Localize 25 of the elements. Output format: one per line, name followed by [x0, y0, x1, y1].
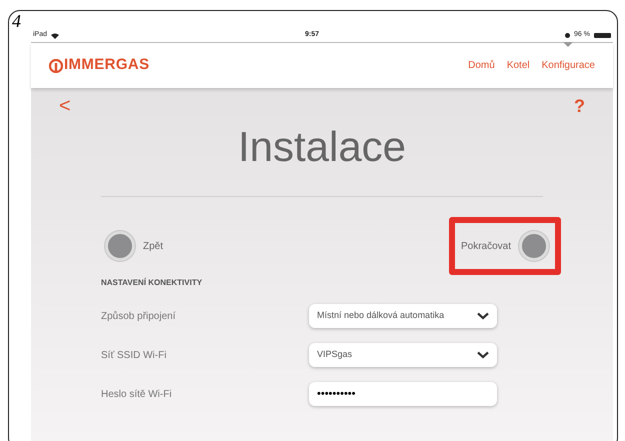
- nav-link[interactable]: Kotel: [506, 58, 530, 73]
- nav-link[interactable]: Konfigurace: [542, 58, 595, 73]
- field-label: Síť SSID Wi-Fi: [101, 348, 168, 362]
- field-label: Heslo sítě Wi-Fi: [101, 388, 173, 402]
- wifi-icon: [51, 32, 60, 38]
- page-title: Instalace: [236, 126, 408, 168]
- help-button[interactable]: ?: [574, 97, 585, 115]
- dropdown-field[interactable]: Místní nebo dálková automatika: [309, 304, 497, 328]
- battery-icon: [594, 33, 611, 38]
- round-button-icon: [105, 231, 135, 261]
- chevron-down-icon: [477, 351, 489, 359]
- nav-link[interactable]: Domů: [468, 58, 495, 73]
- brand-logo-icon: [49, 58, 63, 72]
- back-button[interactable]: <: [59, 96, 71, 116]
- alarm-icon: [565, 33, 570, 38]
- brand-name: IMMERGAS: [64, 55, 150, 76]
- figure-number: 4: [12, 11, 21, 31]
- chevron-down-icon: [477, 312, 489, 320]
- password-field[interactable]: ••••••••••: [309, 382, 497, 406]
- continue-button[interactable]: Pokračovat: [448, 217, 561, 275]
- field-label: Způsob připojení: [101, 310, 176, 324]
- dropdown-field[interactable]: VIPSgas: [309, 343, 497, 367]
- section-heading: NASTAVENÍ KONEKTIVITY: [101, 277, 204, 289]
- round-button-icon: [519, 231, 549, 261]
- previous-button[interactable]: Zpět: [99, 217, 170, 275]
